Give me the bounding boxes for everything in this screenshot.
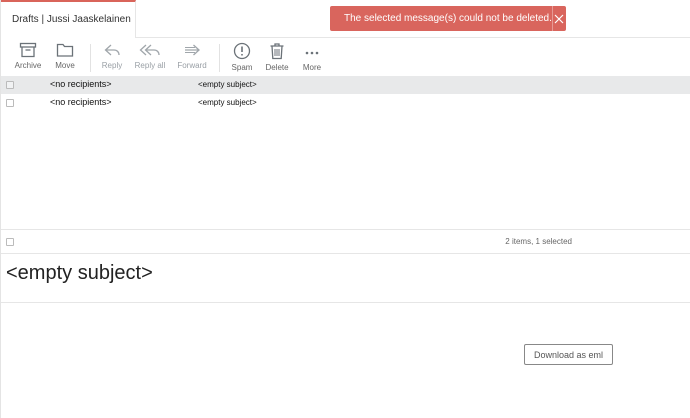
preview-header: <empty subject> bbox=[1, 254, 690, 303]
folder-icon bbox=[56, 43, 74, 57]
row-checkbox[interactable] bbox=[6, 99, 14, 107]
reply-all-label: Reply all bbox=[134, 61, 166, 70]
message-subject: <empty subject> bbox=[198, 80, 257, 89]
message-from: <no recipients> bbox=[50, 79, 112, 89]
mail-app: Drafts | Jussi Jaaskelainen The selected… bbox=[0, 0, 690, 418]
list-footer: 2 items, 1 selected bbox=[1, 229, 690, 254]
archive-icon bbox=[19, 42, 37, 58]
move-button[interactable]: Move bbox=[42, 42, 88, 74]
message-from: <no recipients> bbox=[50, 97, 112, 107]
more-label: More bbox=[302, 63, 322, 72]
notification-message: The selected message(s) could not be del… bbox=[344, 13, 552, 24]
toolbar: Archive Move Reply Reply all Forward Spa… bbox=[1, 38, 690, 76]
download-eml-button[interactable]: Download as eml bbox=[524, 344, 613, 365]
row-checkbox[interactable] bbox=[6, 81, 14, 89]
forward-button[interactable]: Forward bbox=[169, 42, 215, 74]
close-icon[interactable] bbox=[552, 6, 566, 31]
trash-icon bbox=[270, 43, 284, 60]
move-label: Move bbox=[55, 61, 75, 70]
select-all-checkbox[interactable] bbox=[6, 238, 14, 246]
reply-icon bbox=[104, 44, 120, 56]
table-row[interactable]: <no recipients> <empty subject> bbox=[1, 94, 690, 112]
forward-icon bbox=[185, 44, 200, 56]
message-list: <no recipients> <empty subject> <no reci… bbox=[1, 76, 690, 229]
preview-subject: <empty subject> bbox=[6, 262, 153, 284]
header: Drafts | Jussi Jaaskelainen The selected… bbox=[1, 0, 690, 38]
reply-all-icon bbox=[139, 44, 160, 56]
more-icon bbox=[305, 51, 319, 55]
selection-count: 2 items, 1 selected bbox=[505, 237, 572, 246]
more-button[interactable]: More bbox=[289, 42, 335, 74]
folder-title: Drafts | Jussi Jaaskelainen bbox=[12, 14, 131, 25]
spam-icon bbox=[233, 42, 251, 60]
forward-label: Forward bbox=[177, 61, 207, 70]
error-notification: The selected message(s) could not be del… bbox=[330, 6, 566, 31]
reply-all-button[interactable]: Reply all bbox=[127, 42, 173, 74]
folder-tab[interactable]: Drafts | Jussi Jaaskelainen bbox=[1, 0, 136, 38]
table-row[interactable]: <no recipients> <empty subject> bbox=[1, 76, 690, 94]
message-subject: <empty subject> bbox=[198, 98, 257, 107]
